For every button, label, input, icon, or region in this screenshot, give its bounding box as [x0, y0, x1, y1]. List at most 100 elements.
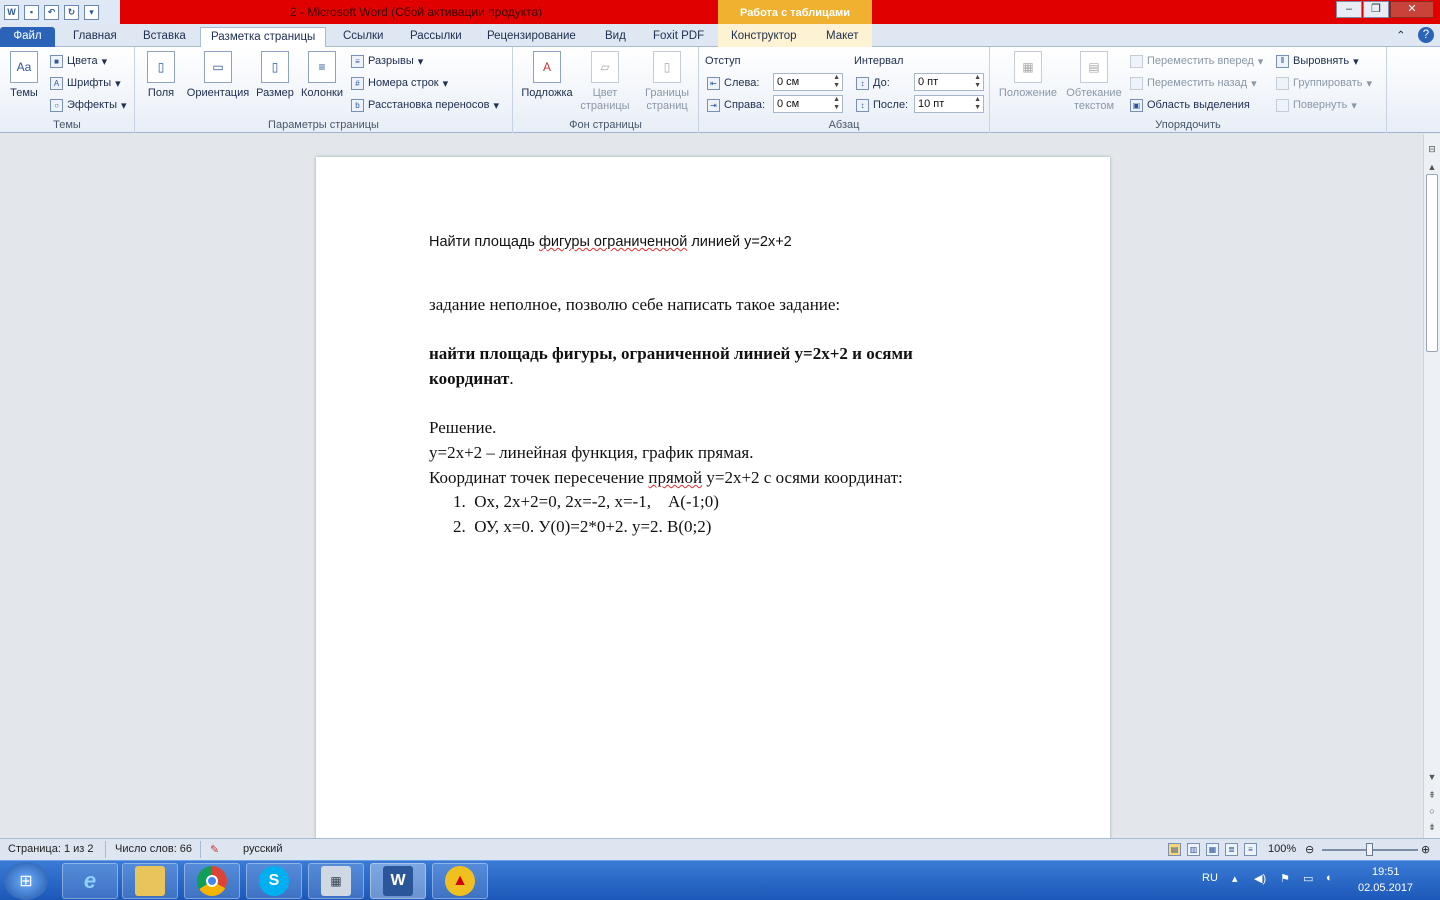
- print-layout-icon[interactable]: ▤: [1168, 843, 1181, 856]
- spacing-before-input[interactable]: 0 пт ▲ ▼: [914, 73, 984, 91]
- clock-date[interactable]: 02.05.2017: [1358, 882, 1413, 894]
- customize-qat-icon[interactable]: ▾: [84, 4, 99, 20]
- power-icon[interactable]: ◐: [1326, 872, 1333, 884]
- show-hidden-icons-icon[interactable]: ▴: [1232, 872, 1238, 885]
- columns-button[interactable]: ≡ Колонки: [297, 51, 347, 100]
- volume-icon[interactable]: ◀): [1254, 872, 1266, 885]
- calculator-icon: ▦: [321, 866, 351, 896]
- hyphenation-button[interactable]: b Расстановка переносов ▾: [351, 97, 499, 113]
- effects-button[interactable]: ○ Эффекты ▾: [50, 97, 127, 113]
- spin-arrows-icon[interactable]: ▲ ▼: [833, 96, 840, 112]
- indent-right-input[interactable]: 0 см ▲ ▼: [773, 95, 843, 113]
- colors-button[interactable]: ■ Цвета ▾: [50, 53, 107, 69]
- breaks-button[interactable]: ≡ Разрывы ▾: [351, 53, 423, 69]
- spacing-after-text: После:: [873, 99, 909, 111]
- taskbar-chrome[interactable]: [184, 863, 240, 899]
- indent-left-icon: ⇤: [707, 76, 720, 90]
- taskbar-app[interactable]: ▲: [432, 863, 488, 899]
- tab-review[interactable]: Рецензирование: [477, 27, 586, 47]
- margins-button[interactable]: ▯ Поля: [143, 51, 179, 100]
- taskbar-ie[interactable]: e: [62, 863, 118, 899]
- input-language[interactable]: RU: [1202, 872, 1218, 884]
- zoom-in-icon[interactable]: ⊕: [1421, 843, 1430, 856]
- draft-icon[interactable]: ≡: [1244, 843, 1257, 856]
- zoom-level[interactable]: 100%: [1268, 843, 1296, 855]
- web-layout-icon[interactable]: ▦: [1206, 843, 1219, 856]
- ribbon-minimize-icon[interactable]: ⌃: [1396, 27, 1406, 47]
- tab-foxit-pdf[interactable]: Foxit PDF: [643, 27, 714, 47]
- spin-arrows-icon[interactable]: ▲ ▼: [974, 96, 981, 112]
- tab-mailings[interactable]: Рассылки: [400, 27, 472, 47]
- taskbar-skype[interactable]: S: [246, 863, 302, 899]
- rotate-button[interactable]: Повернуть ▾: [1276, 97, 1357, 113]
- align-button[interactable]: ⫴ Выровнять ▾: [1276, 53, 1359, 69]
- taskbar-explorer[interactable]: [122, 863, 178, 899]
- tab-design[interactable]: Конструктор: [721, 27, 807, 47]
- group-objects-button[interactable]: Группировать ▾: [1276, 75, 1372, 91]
- taskbar-word[interactable]: W: [370, 863, 426, 899]
- taskbar-calculator[interactable]: ▦: [308, 863, 364, 899]
- watermark-button[interactable]: A Подложка: [519, 51, 575, 100]
- spin-arrows-icon[interactable]: ▲ ▼: [833, 74, 840, 90]
- next-page-icon[interactable]: ⇟: [1425, 820, 1439, 834]
- full-screen-reading-icon[interactable]: ▥: [1187, 843, 1200, 856]
- themes-button[interactable]: Aa Темы: [6, 51, 42, 100]
- scroll-up-icon[interactable]: ▲: [1425, 160, 1439, 174]
- word-app-icon[interactable]: W: [4, 4, 19, 20]
- redo-icon[interactable]: ↻: [64, 4, 79, 20]
- tab-file[interactable]: Файл: [0, 27, 55, 47]
- start-button-icon[interactable]: ⊞: [4, 862, 48, 900]
- action-center-icon[interactable]: ⚑: [1280, 872, 1290, 885]
- send-backward-button[interactable]: Переместить назад ▾: [1130, 75, 1257, 91]
- word-count[interactable]: Число слов: 66: [115, 843, 192, 855]
- page-color-button[interactable]: ▱ Цвет страницы: [579, 51, 631, 113]
- indent-left-input[interactable]: 0 см ▲ ▼: [773, 73, 843, 91]
- proofing-icon[interactable]: ✎: [210, 843, 219, 856]
- breaks-icon: ≡: [351, 54, 364, 68]
- group-label-themes: Темы: [53, 119, 81, 131]
- language[interactable]: русский: [243, 843, 282, 855]
- clock-time[interactable]: 19:51: [1372, 866, 1400, 878]
- browse-object-icon[interactable]: ○: [1425, 804, 1439, 818]
- save-icon[interactable]: ▪: [24, 4, 39, 20]
- page-borders-button[interactable]: ▯ Границы страниц: [639, 51, 695, 113]
- line-numbers-button[interactable]: # Номера строк ▾: [351, 75, 448, 91]
- selection-pane-button[interactable]: ▣ Область выделения: [1130, 97, 1250, 113]
- orientation-button[interactable]: ▭ Ориентация: [183, 51, 253, 100]
- bring-forward-button[interactable]: Переместить вперед ▾: [1130, 53, 1263, 69]
- fonts-label: Шрифты: [67, 77, 112, 89]
- zoom-slider-thumb[interactable]: [1366, 843, 1373, 856]
- close-button[interactable]: ✕: [1390, 1, 1434, 18]
- vertical-scrollbar[interactable]: ⊟ ▲ ▼ ⇞ ○ ⇟: [1423, 134, 1440, 838]
- page-color-label-2: страницы: [580, 100, 630, 112]
- maximize-button[interactable]: ❐: [1363, 1, 1389, 18]
- ruler-toggle-icon[interactable]: ⊟: [1425, 142, 1439, 156]
- scroll-thumb[interactable]: [1426, 174, 1438, 352]
- previous-page-icon[interactable]: ⇞: [1425, 788, 1439, 802]
- page-count[interactable]: Страница: 1 из 2: [8, 843, 94, 855]
- tab-insert[interactable]: Вставка: [133, 27, 196, 47]
- tab-layout[interactable]: Макет: [816, 27, 869, 47]
- effects-label: Эффекты: [67, 99, 118, 111]
- doc-line-3: найти площадь фигуры, ограниченной линие…: [429, 344, 913, 363]
- size-button[interactable]: ▯ Размер: [255, 51, 295, 100]
- minimize-button[interactable]: –: [1336, 1, 1362, 18]
- tab-page-layout[interactable]: Разметка страницы: [200, 27, 327, 48]
- themes-icon: Aa: [10, 51, 38, 83]
- help-icon[interactable]: ?: [1418, 27, 1434, 43]
- tab-view[interactable]: Вид: [595, 27, 636, 47]
- scroll-down-icon[interactable]: ▼: [1425, 770, 1439, 784]
- document-page[interactable]: Найти площадь фигуры ограниченной линией…: [316, 157, 1110, 847]
- fonts-button[interactable]: A Шрифты ▾: [50, 75, 121, 91]
- network-icon[interactable]: ▭: [1303, 872, 1313, 885]
- zoom-out-icon[interactable]: ⊖: [1305, 843, 1314, 856]
- spacing-after-input[interactable]: 10 пт ▲ ▼: [914, 95, 984, 113]
- position-button[interactable]: ▦ Положение: [996, 51, 1060, 100]
- tab-references[interactable]: Ссылки: [333, 27, 394, 47]
- undo-icon[interactable]: ↶: [44, 4, 59, 20]
- dropdown-arrow-icon: ▾: [101, 55, 108, 68]
- outline-icon[interactable]: ≣: [1225, 843, 1238, 856]
- tab-home[interactable]: Главная: [63, 27, 127, 47]
- wrap-text-button[interactable]: ▤ Обтекание текстом: [1062, 51, 1126, 113]
- spin-arrows-icon[interactable]: ▲ ▼: [974, 74, 981, 90]
